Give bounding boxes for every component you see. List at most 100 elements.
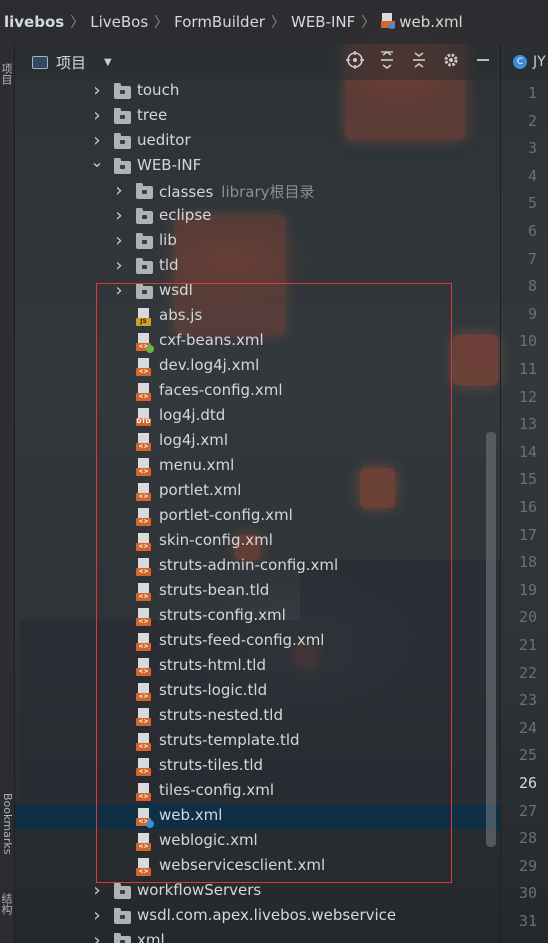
chevron-right-icon[interactable]: › bbox=[112, 255, 126, 276]
tree-folder-item[interactable]: › lib bbox=[15, 229, 500, 254]
tree-item-label: tld bbox=[159, 256, 179, 274]
breadcrumb-item[interactable]: WEB-INF bbox=[285, 13, 361, 31]
tree-item-label: WEB-INF bbox=[137, 156, 201, 174]
tree-folder-item[interactable]: › tree bbox=[15, 104, 500, 129]
line-number: 25 bbox=[518, 746, 537, 765]
tree-item-label: touch bbox=[137, 81, 179, 99]
line-number: 22 bbox=[518, 663, 537, 682]
line-number: 6 bbox=[527, 222, 537, 240]
project-panel-header: 项目 ▼ bbox=[15, 44, 500, 80]
line-number: 19 bbox=[518, 580, 537, 599]
tree-item-name: WEB-INF bbox=[137, 156, 202, 174]
gear-icon[interactable] bbox=[442, 51, 460, 73]
line-number: 12 bbox=[518, 387, 537, 406]
tree-item-name: wsdl.com.apex.livebos.webservice bbox=[137, 906, 397, 924]
breadcrumb-item[interactable]: livebos bbox=[0, 13, 70, 31]
line-number: 15 bbox=[518, 470, 537, 489]
breadcrumb-item-current[interactable]: web.xml bbox=[375, 13, 468, 31]
line-number: 20 bbox=[518, 608, 537, 627]
line-number: 17 bbox=[518, 525, 537, 544]
folder-icon bbox=[114, 908, 131, 924]
highlight-box bbox=[96, 283, 452, 883]
line-number: 16 bbox=[518, 498, 537, 516]
tree-item-hint: library根目录 bbox=[221, 183, 315, 201]
line-number: 23 bbox=[518, 691, 537, 710]
chevron-right-icon[interactable]: › bbox=[112, 205, 126, 226]
line-number: 4 bbox=[527, 166, 537, 185]
folder-icon bbox=[114, 933, 131, 943]
chevron-right-icon[interactable]: › bbox=[90, 930, 104, 943]
tree-item-label: classes library根目录 bbox=[159, 181, 315, 202]
tree-item-label: ueditor bbox=[137, 131, 191, 149]
editor-tab[interactable]: C JY bbox=[500, 44, 548, 80]
editor-line-gutter: 1 2 3 4 5 6 7 8 9 10 11 12 13 14 15 16 17 18 19 20 21 22 23 24 2… bbox=[500, 80, 548, 943]
structure-tool-tab[interactable]: 结构 bbox=[0, 889, 14, 919]
tree-item-name: xml bbox=[137, 931, 165, 943]
breadcrumb-separator-icon: 〉 bbox=[270, 15, 285, 31]
line-number: 24 bbox=[518, 718, 537, 737]
panel-toolbar bbox=[346, 44, 492, 80]
tree-item-name: ueditor bbox=[137, 131, 191, 149]
minimize-icon[interactable] bbox=[474, 51, 492, 73]
folder-icon bbox=[136, 208, 153, 224]
folder-icon bbox=[114, 108, 131, 124]
tree-folder-item[interactable]: ⌄ WEB-INF bbox=[15, 152, 500, 179]
tree-folder-item[interactable]: › eclipse bbox=[15, 204, 500, 229]
project-tool-tab[interactable]: 项目 bbox=[0, 54, 14, 94]
chevron-right-icon[interactable]: › bbox=[90, 80, 104, 101]
tree-folder-item[interactable]: › classes library根目录 bbox=[15, 179, 500, 204]
locate-icon[interactable] bbox=[346, 51, 364, 73]
tree-item-name: tld bbox=[159, 256, 179, 274]
line-number: 29 bbox=[518, 856, 537, 875]
folder-icon bbox=[114, 83, 131, 99]
chevron-right-icon[interactable]: › bbox=[90, 880, 104, 901]
line-number: 3 bbox=[527, 139, 537, 158]
tree-item-name: tree bbox=[137, 106, 168, 124]
tree-folder-item[interactable]: › xml bbox=[15, 929, 500, 943]
project-view-icon bbox=[32, 55, 48, 69]
line-number: 31 bbox=[518, 912, 537, 930]
chevron-right-icon[interactable]: › bbox=[90, 105, 104, 126]
tree-item-name: classes bbox=[159, 183, 214, 201]
line-number: 30 bbox=[518, 884, 537, 903]
expand-all-icon[interactable] bbox=[378, 51, 396, 73]
folder-icon bbox=[114, 883, 131, 899]
breadcrumb-separator-icon: 〉 bbox=[361, 15, 376, 31]
line-number: 7 bbox=[527, 249, 537, 268]
chevron-down-icon[interactable]: ▼ bbox=[104, 57, 112, 68]
editor-tab-label: JY bbox=[533, 54, 546, 70]
tree-folder-item[interactable]: › ueditor bbox=[15, 129, 500, 154]
tree-item-name: touch bbox=[137, 81, 180, 99]
breadcrumb: livebos 〉 LiveBos 〉 FormBuilder 〉 WEB-IN… bbox=[0, 0, 548, 44]
tree-item-label: workflowServers bbox=[137, 881, 261, 899]
breadcrumb-item[interactable]: LiveBos bbox=[84, 13, 154, 31]
tree-item-label: tree bbox=[137, 106, 167, 124]
line-number: 26 bbox=[518, 774, 537, 792]
line-number: 1 bbox=[527, 84, 537, 102]
tree-folder-item[interactable]: › tld bbox=[15, 254, 500, 279]
line-number: 9 bbox=[527, 304, 537, 323]
left-tool-strip: 项目 Bookmarks 结构 bbox=[0, 44, 15, 943]
breadcrumb-item[interactable]: FormBuilder bbox=[168, 13, 271, 31]
line-number: 10 bbox=[518, 332, 537, 351]
line-number: 5 bbox=[527, 194, 537, 213]
tree-item-label: eclipse bbox=[159, 206, 211, 224]
chevron-down-icon[interactable]: ⌄ bbox=[90, 152, 104, 171]
chevron-right-icon[interactable]: › bbox=[112, 180, 126, 201]
chevron-right-icon[interactable]: › bbox=[90, 130, 104, 151]
folder-icon bbox=[136, 258, 153, 274]
xml-file-icon bbox=[381, 13, 396, 29]
tree-item-label: wsdl.com.apex.livebos.webservice bbox=[137, 906, 396, 924]
line-number: 11 bbox=[518, 360, 537, 378]
tree-folder-item[interactable]: › wsdl.com.apex.livebos.webservice bbox=[15, 904, 500, 929]
panel-title[interactable]: 项目 bbox=[56, 52, 86, 73]
tree-scrollbar[interactable] bbox=[486, 432, 496, 847]
chevron-right-icon[interactable]: › bbox=[90, 905, 104, 926]
line-number: 27 bbox=[518, 801, 537, 820]
bookmarks-tool-tab[interactable]: Bookmarks bbox=[0, 774, 14, 874]
collapse-all-icon[interactable] bbox=[410, 51, 428, 73]
tree-folder-item[interactable]: › touch bbox=[15, 80, 500, 104]
line-number: 21 bbox=[518, 636, 537, 654]
chevron-right-icon[interactable]: › bbox=[112, 230, 126, 251]
breadcrumb-separator-icon: 〉 bbox=[70, 15, 85, 31]
